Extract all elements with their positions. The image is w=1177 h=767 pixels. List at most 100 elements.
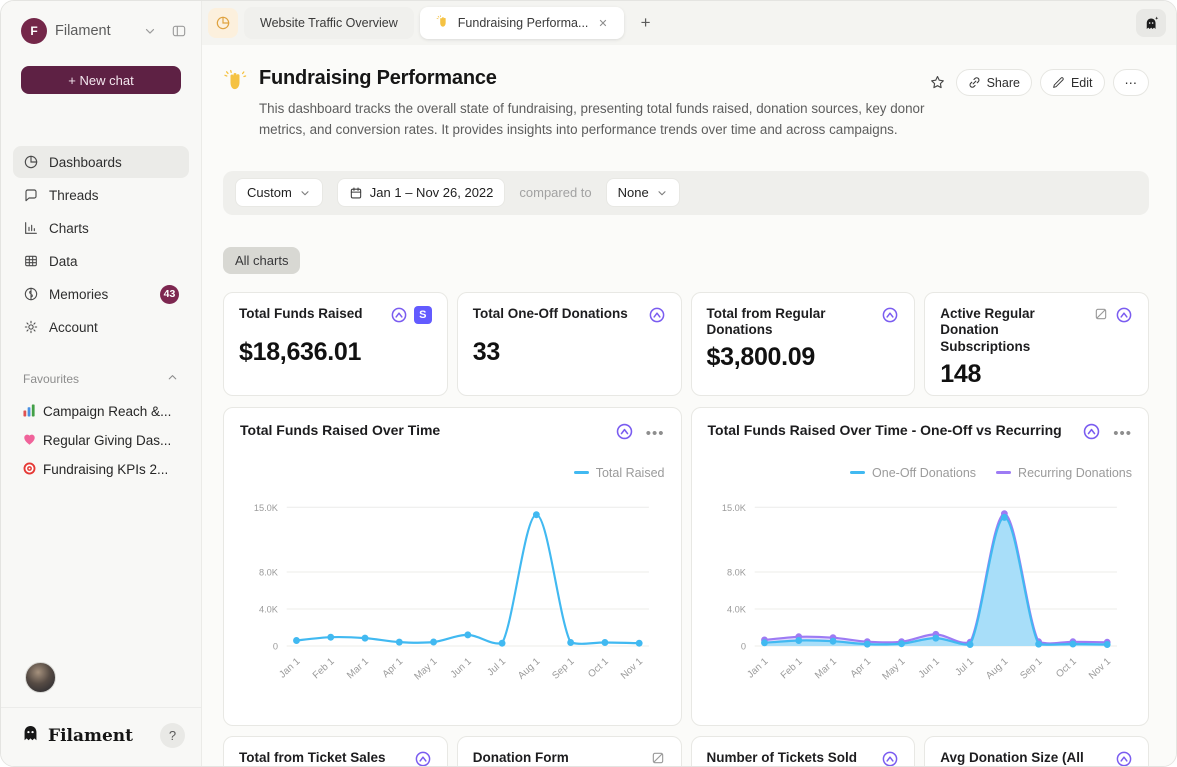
kpi-title: Total One-Off Donations <box>473 306 628 329</box>
kpi-card-donation-form-conversion: Donation Form Conversion <box>457 736 682 766</box>
sidebar-item-charts[interactable]: Charts <box>13 212 189 244</box>
svg-text:Sep 1: Sep 1 <box>1018 656 1044 682</box>
circle-up-icon[interactable] <box>881 750 899 766</box>
sidebar-item-dashboards[interactable]: Dashboards <box>13 146 189 178</box>
edit-label: Edit <box>1071 76 1093 90</box>
favourite-item-fundraising-kpis[interactable]: Fundraising KPIs 2... <box>1 455 201 484</box>
chevron-down-icon <box>299 187 311 199</box>
tab-bar: Website Traffic Overview Fundraising Per… <box>202 1 1176 45</box>
circle-up-icon[interactable] <box>615 422 634 446</box>
help-button[interactable]: ? <box>160 723 185 748</box>
sidebar-item-account[interactable]: Account <box>13 311 189 343</box>
chart-more-button[interactable]: ••• <box>1113 429 1132 439</box>
tab-fundraising-performance[interactable]: Fundraising Performa... ✕ <box>420 7 624 39</box>
svg-text:Mar 1: Mar 1 <box>345 656 371 681</box>
tab-label: Fundraising Performa... <box>458 16 589 30</box>
chart-more-button[interactable]: ••• <box>646 429 665 439</box>
kpi-card-total-regular-donations: Total from Regular Donations $3,800.09 <box>691 292 916 396</box>
favourites-list: Campaign Reach &... Regular Giving Das..… <box>1 397 201 484</box>
chevron-down-icon[interactable] <box>143 24 157 38</box>
sidebar-item-memories[interactable]: Memories 43 <box>13 278 189 310</box>
star-icon[interactable] <box>927 72 948 93</box>
svg-text:Jan 1: Jan 1 <box>277 656 302 681</box>
kpi-card-avg-donation-size: Avg Donation Size (All <box>924 736 1149 766</box>
circle-up-icon[interactable] <box>648 306 666 329</box>
chart-card-total-funds-over-time: Total Funds Raised Over Time ••• Total R… <box>223 407 682 726</box>
disconnected-icon <box>650 750 666 766</box>
svg-text:Jun 1: Jun 1 <box>916 656 941 681</box>
clapping-hands-icon <box>223 69 249 98</box>
sidebar-item-data[interactable]: Data <box>13 245 189 277</box>
tab-website-traffic-overview[interactable]: Website Traffic Overview <box>244 7 414 39</box>
kpi-card-total-funds-raised: Total Funds Raised S $18,636.01 <box>223 292 448 396</box>
more-options-button[interactable]: ⋯ <box>1113 69 1150 96</box>
share-label: Share <box>987 76 1020 90</box>
new-tab-button[interactable]: + <box>632 9 660 37</box>
sidebar-item-label: Memories <box>49 287 108 302</box>
circle-up-icon[interactable] <box>1082 422 1101 446</box>
compared-to-label: compared to <box>519 185 591 200</box>
comparison-select[interactable]: None <box>606 178 680 207</box>
circle-up-icon[interactable] <box>1115 306 1133 329</box>
legend-item[interactable]: One-Off Donations <box>850 466 976 480</box>
legend-dash <box>574 471 589 474</box>
circle-up-icon[interactable] <box>881 306 899 329</box>
kpi-card-total-one-off-donations: Total One-Off Donations 33 <box>457 292 682 396</box>
kpi-title: Active Regular Donation Subscriptions <box>940 306 1085 357</box>
all-charts-chip[interactable]: All charts <box>223 247 300 274</box>
date-range-type-select[interactable]: Custom <box>235 178 323 207</box>
stripe-icon: S <box>414 306 432 324</box>
favourite-item-label: Fundraising KPIs 2... <box>43 462 168 477</box>
kpi-value: 33 <box>473 338 666 367</box>
legend-dash <box>996 471 1011 474</box>
circle-up-icon[interactable] <box>1115 750 1133 766</box>
chart-legend: Total Raised <box>240 466 665 480</box>
circle-up-icon[interactable] <box>390 306 408 329</box>
share-button[interactable]: Share <box>956 69 1032 96</box>
new-chat-button[interactable]: + New chat <box>21 66 181 94</box>
bar-chart-icon <box>23 220 39 236</box>
calendar-icon <box>349 186 363 200</box>
user-avatar[interactable] <box>25 662 56 693</box>
favourite-item-campaign-reach[interactable]: Campaign Reach &... <box>1 397 201 426</box>
kpi-title: Total Funds Raised <box>239 306 363 329</box>
sidebar-item-label: Data <box>49 254 78 269</box>
waving-hand-icon <box>436 15 450 32</box>
svg-text:Nov 1: Nov 1 <box>619 656 645 682</box>
svg-text:Mar 1: Mar 1 <box>813 656 839 681</box>
svg-text:Feb 1: Feb 1 <box>311 656 337 681</box>
legend-label: Recurring Donations <box>1018 466 1132 480</box>
svg-text:Jan 1: Jan 1 <box>745 656 770 681</box>
range-type-value: Custom <box>247 185 292 200</box>
chart-legend: One-Off Donations Recurring Donations <box>708 466 1133 480</box>
main-area: Website Traffic Overview Fundraising Per… <box>202 1 1176 766</box>
edit-button[interactable]: Edit <box>1040 69 1105 96</box>
svg-text:Oct 1: Oct 1 <box>1054 656 1079 680</box>
circle-up-icon[interactable] <box>414 750 432 766</box>
ai-assistant-button[interactable] <box>1136 9 1166 37</box>
svg-text:4.0K: 4.0K <box>726 604 746 614</box>
svg-text:Jul 1: Jul 1 <box>953 656 976 678</box>
date-range-picker[interactable]: Jan 1 – Nov 26, 2022 <box>337 178 506 207</box>
bottom-kpi-row: Total from Ticket Sales Donation Form Co… <box>223 736 1149 766</box>
close-tab-icon[interactable]: ✕ <box>598 17 607 30</box>
tab-label: Website Traffic Overview <box>260 16 398 30</box>
legend-item[interactable]: Total Raised <box>574 466 665 480</box>
sidebar-item-threads[interactable]: Threads <box>13 179 189 211</box>
kpi-row: Total Funds Raised S $18,636.01 Total On… <box>223 292 1149 396</box>
kpi-title: Donation Form Conversion <box>473 750 642 766</box>
collapse-sidebar-icon[interactable] <box>171 23 187 39</box>
chart-title: Total Funds Raised Over Time - One-Off v… <box>708 422 1062 438</box>
favourite-item-regular-giving[interactable]: Regular Giving Das... <box>1 426 201 455</box>
legend-item[interactable]: Recurring Donations <box>996 466 1132 480</box>
dashboard-home-button[interactable] <box>208 8 238 38</box>
kpi-card-active-subscriptions: Active Regular Donation Subscriptions 14… <box>924 292 1149 396</box>
workspace-switcher[interactable]: F Filament <box>1 1 201 44</box>
favourites-header[interactable]: Favourites <box>1 371 201 387</box>
ellipsis-icon: ⋯ <box>1125 75 1138 90</box>
disconnected-icon <box>1093 306 1109 327</box>
chevron-up-icon[interactable] <box>166 371 179 387</box>
legend-dash <box>850 471 865 474</box>
pie-chart-icon <box>23 154 39 170</box>
sidebar-item-label: Dashboards <box>49 155 122 170</box>
